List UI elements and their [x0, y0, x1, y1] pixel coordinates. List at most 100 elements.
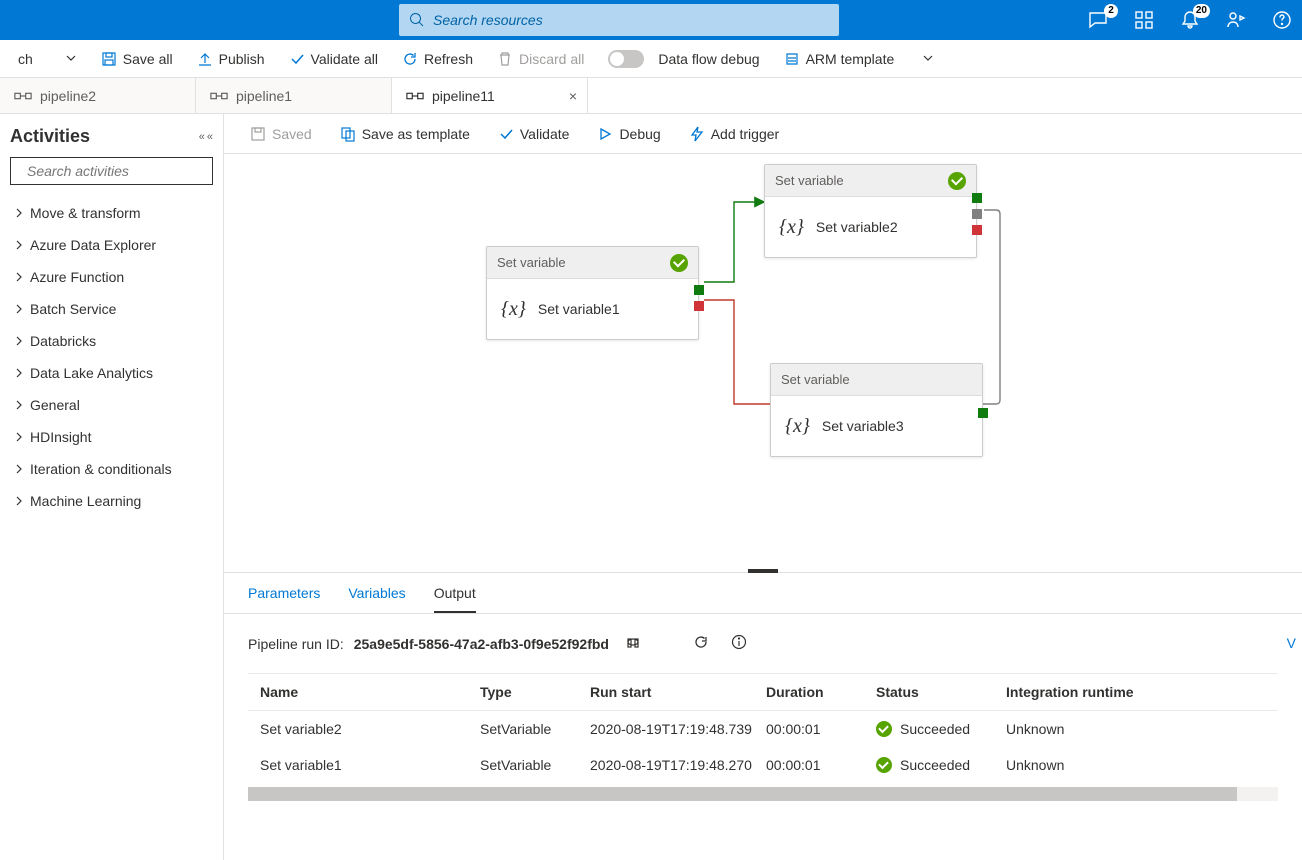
chat-badge: 2 — [1104, 4, 1118, 18]
activity-set-variable1[interactable]: Set variable {x} Set variable1 — [486, 246, 699, 340]
main-area: Saved Save as template Validate Debug Ad… — [224, 114, 1302, 860]
discard-all-button[interactable]: Discard all — [487, 47, 594, 71]
add-trigger-button[interactable]: Add trigger — [677, 122, 791, 146]
sidebar-category[interactable]: HDInsight — [10, 421, 213, 453]
horizontal-scrollbar[interactable] — [248, 787, 1278, 801]
bell-badge: 20 — [1193, 4, 1210, 18]
success-port[interactable] — [972, 193, 982, 203]
col-type[interactable]: Type — [480, 684, 590, 700]
data-flow-debug-label: Data flow debug — [658, 51, 759, 67]
col-run-start[interactable]: Run start — [590, 684, 766, 700]
table-row[interactable]: Set variable2SetVariable2020-08-19T17:19… — [248, 711, 1278, 747]
cell-run-start: 2020-08-19T17:19:48.739 — [590, 721, 766, 737]
chevron-right-icon — [14, 432, 24, 442]
chat-icon[interactable]: 2 — [1088, 10, 1108, 30]
tab-label: pipeline11 — [432, 88, 495, 104]
copy-icon[interactable] — [619, 632, 647, 655]
sidebar-category[interactable]: Iteration & conditionals — [10, 453, 213, 485]
activity-set-variable3[interactable]: Set variable {x} Set variable3 — [770, 363, 983, 457]
global-search-input[interactable] — [425, 11, 829, 29]
table-row[interactable]: Set variable1SetVariable2020-08-19T17:19… — [248, 747, 1278, 783]
tab-pipeline2[interactable]: pipeline2 — [0, 78, 196, 113]
cell-type: SetVariable — [480, 757, 590, 773]
branch-dropdown[interactable]: ch — [8, 47, 87, 71]
validate-all-button[interactable]: Validate all — [279, 47, 388, 71]
run-id-row: Pipeline run ID: 25a9e5df-5856-47a2-afb3… — [224, 614, 1302, 673]
sidebar-category[interactable]: Databricks — [10, 325, 213, 357]
lightning-icon — [689, 126, 705, 142]
close-icon[interactable]: × — [569, 88, 577, 104]
connectors — [224, 154, 1302, 574]
check-icon — [498, 126, 514, 142]
feedback-icon[interactable] — [1226, 10, 1246, 30]
toggle-switch[interactable] — [608, 50, 644, 68]
header-icons: 2 20 — [1088, 0, 1292, 40]
pipeline-canvas[interactable]: Set variable {x} Set variable1 Set varia… — [224, 154, 1302, 572]
activity-set-variable2[interactable]: Set variable {x} Set variable2 — [764, 164, 977, 258]
cell-ir: Unknown — [1006, 757, 1186, 773]
sidebar-title: Activities — [10, 126, 90, 147]
col-status[interactable]: Status — [876, 684, 1006, 700]
tab-output[interactable]: Output — [434, 585, 476, 613]
failure-port[interactable] — [694, 301, 704, 311]
bell-icon[interactable]: 20 — [1180, 10, 1200, 30]
view-toggle[interactable]: V — [1287, 635, 1296, 651]
success-port[interactable] — [694, 285, 704, 295]
expand-icon[interactable]: « — [199, 131, 205, 143]
failure-port[interactable] — [972, 225, 982, 235]
sidebar-category[interactable]: Azure Data Explorer — [10, 229, 213, 261]
col-name[interactable]: Name — [260, 684, 480, 700]
rerun-icon[interactable] — [687, 632, 715, 655]
chevron-right-icon — [14, 464, 24, 474]
cell-name: Set variable1 — [260, 757, 480, 773]
pipeline-icon — [14, 90, 32, 102]
publish-button[interactable]: Publish — [187, 47, 275, 71]
info-icon[interactable] — [725, 632, 753, 655]
sidebar-category[interactable]: Azure Function — [10, 261, 213, 293]
cell-type: SetVariable — [480, 721, 590, 737]
completion-port[interactable] — [972, 209, 982, 219]
play-icon — [597, 126, 613, 142]
collapse-icon[interactable]: « — [207, 131, 213, 143]
refresh-label: Refresh — [424, 51, 473, 67]
refresh-button[interactable]: Refresh — [392, 47, 483, 71]
sidebar-category[interactable]: Data Lake Analytics — [10, 357, 213, 389]
bottom-tabs: Parameters Variables Output — [224, 573, 1302, 614]
activity-type-label: Set variable — [775, 173, 844, 188]
azure-header: 2 20 — [0, 0, 1302, 40]
debug-button[interactable]: Debug — [585, 122, 672, 146]
data-flow-debug-toggle[interactable]: Data flow debug — [598, 46, 769, 72]
global-search[interactable] — [399, 4, 839, 36]
tab-variables[interactable]: Variables — [348, 585, 405, 613]
tab-pipeline11[interactable]: pipeline11 × — [392, 78, 588, 113]
cell-status: Succeeded — [876, 721, 1006, 737]
category-label: Data Lake Analytics — [30, 365, 153, 381]
sidebar-category[interactable]: Machine Learning — [10, 485, 213, 517]
category-label: Databricks — [30, 333, 96, 349]
dashboard-icon[interactable] — [1134, 10, 1154, 30]
tab-parameters[interactable]: Parameters — [248, 585, 320, 613]
chevron-right-icon — [14, 208, 24, 218]
arm-template-dropdown[interactable]: ARM template — [774, 47, 945, 71]
success-port[interactable] — [978, 408, 988, 418]
scrollbar-thumb[interactable] — [248, 787, 1237, 801]
col-duration[interactable]: Duration — [766, 684, 876, 700]
col-ir[interactable]: Integration runtime — [1006, 684, 1186, 700]
help-icon[interactable] — [1272, 10, 1292, 30]
save-all-button[interactable]: Save all — [91, 47, 183, 71]
sidebar-category[interactable]: Move & transform — [10, 197, 213, 229]
output-panel: Parameters Variables Output V Pipeline r… — [224, 572, 1302, 860]
tab-pipeline1[interactable]: pipeline1 — [196, 78, 392, 113]
chevron-right-icon — [14, 304, 24, 314]
success-icon — [876, 721, 892, 737]
resize-grip[interactable] — [748, 569, 778, 573]
save-icon — [250, 126, 266, 142]
activities-search[interactable] — [10, 157, 213, 185]
cell-ir: Unknown — [1006, 721, 1186, 737]
sidebar-category[interactable]: General — [10, 389, 213, 421]
validate-button[interactable]: Validate — [486, 122, 582, 146]
save-as-template-button[interactable]: Save as template — [328, 122, 482, 146]
activities-search-input[interactable] — [25, 162, 211, 180]
branch-label: ch — [18, 51, 33, 67]
sidebar-category[interactable]: Batch Service — [10, 293, 213, 325]
